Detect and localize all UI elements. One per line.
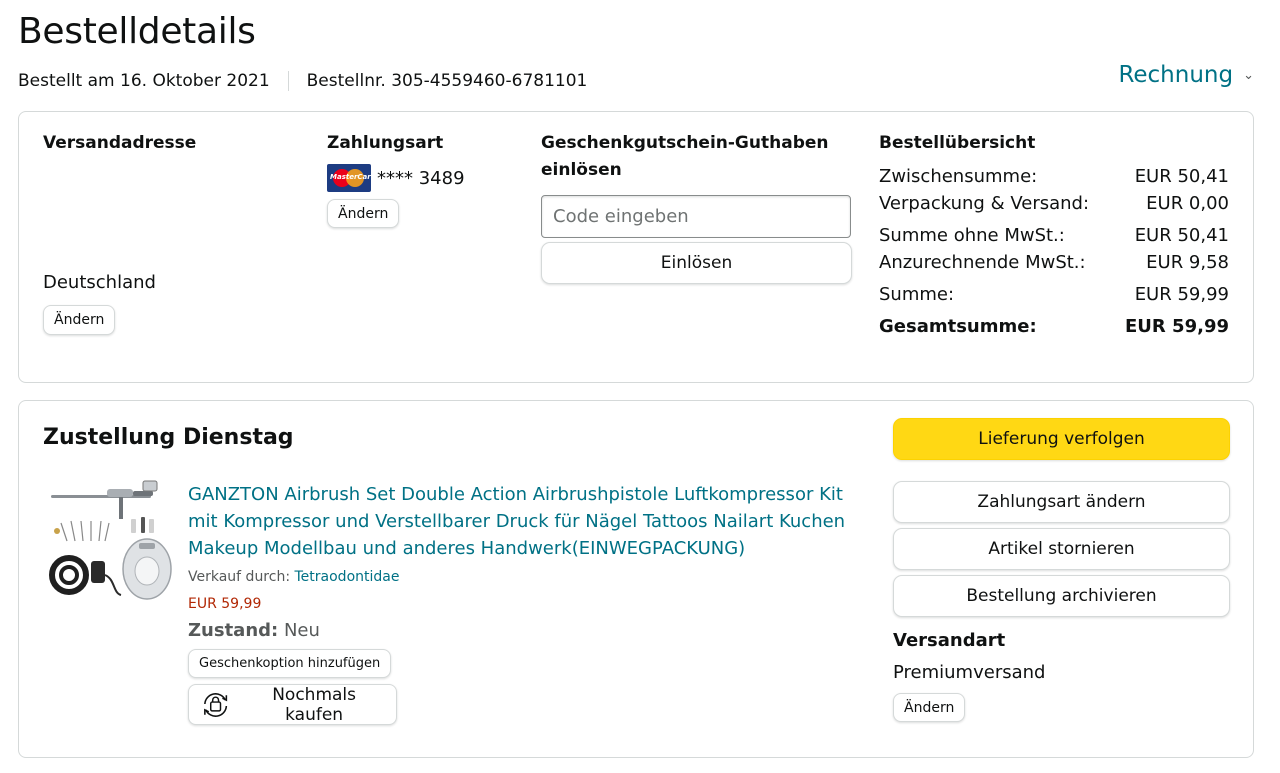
summary-row-subtotal: Zwischensumme: EUR 50,41 bbox=[879, 166, 1229, 187]
gift-code-input[interactable] bbox=[541, 195, 851, 238]
summary-row-vat: Anzurechnende MwSt.: EUR 9,58 bbox=[879, 252, 1229, 273]
condition-label: Zustand: bbox=[188, 620, 279, 641]
shipping-method-value: Premiumversand bbox=[893, 662, 1046, 683]
sold-by-label: Verkauf durch: bbox=[188, 569, 291, 585]
sold-by: Verkauf durch: Tetraodontidae bbox=[188, 567, 399, 587]
buy-again-button[interactable]: Nochmals kaufen bbox=[188, 684, 397, 725]
condition-value: Neu bbox=[283, 620, 320, 641]
payment-method: MasterCard **** 3489 bbox=[327, 164, 465, 192]
change-shipping-method-button[interactable]: Ändern bbox=[893, 693, 966, 722]
gift-card-heading: Geschenkgutschein-Guthaben einlösen bbox=[541, 133, 829, 180]
shipping-address-heading: Versandadresse bbox=[43, 133, 197, 153]
seller-link[interactable]: Tetraodontidae bbox=[295, 569, 400, 585]
order-summary-heading: Bestellübersicht bbox=[879, 133, 1036, 153]
invoice-link[interactable]: Rechnung ⌄ bbox=[1118, 62, 1254, 88]
cancel-item-button[interactable]: Artikel stornieren bbox=[893, 528, 1230, 570]
product-image[interactable] bbox=[47, 479, 173, 605]
order-summary-card: Versandadresse Deutschland Ändern Zahlun… bbox=[18, 111, 1254, 383]
shipping-country: Deutschland bbox=[43, 272, 156, 293]
buy-again-icon bbox=[204, 692, 228, 717]
page-title: Bestelldetails bbox=[18, 11, 256, 52]
invoice-label: Rechnung bbox=[1118, 62, 1234, 88]
order-date: Bestellt am 16. Oktober 2021 bbox=[18, 71, 270, 91]
archive-order-button[interactable]: Bestellung archivieren bbox=[893, 575, 1230, 617]
product-price: EUR 59,99 bbox=[188, 596, 262, 612]
track-delivery-button[interactable]: Lieferung verfolgen bbox=[893, 418, 1230, 460]
order-number: Bestellnr. 305-4559460-6781101 bbox=[306, 71, 588, 91]
payment-heading: Zahlungsart bbox=[327, 133, 444, 153]
order-meta: Bestellt am 16. Oktober 2021 Bestellnr. … bbox=[18, 68, 587, 94]
delivery-heading: Zustellung Dienstag bbox=[43, 425, 294, 450]
product-condition: Zustand: Neu bbox=[188, 618, 320, 644]
buy-again-label: Nochmals kaufen bbox=[272, 684, 356, 725]
meta-divider bbox=[287, 71, 289, 91]
chevron-down-icon: ⌄ bbox=[1243, 67, 1254, 83]
redeem-button[interactable]: Einlösen bbox=[541, 242, 852, 284]
delivery-card: Zustellung Dienstag GANZTON Airbrush Set… bbox=[18, 400, 1254, 758]
summary-row-net: Summe ohne MwSt.: EUR 50,41 bbox=[879, 225, 1229, 246]
summary-row-sum: Summe: EUR 59,99 bbox=[879, 284, 1229, 305]
summary-row-total: Gesamtsumme: EUR 59,99 bbox=[879, 316, 1229, 337]
change-payment-button[interactable]: Zahlungsart ändern bbox=[893, 481, 1230, 523]
change-address-button[interactable]: Ändern bbox=[43, 305, 116, 335]
mastercard-icon: MasterCard bbox=[327, 164, 371, 192]
change-payment-small-button[interactable]: Ändern bbox=[327, 199, 400, 228]
product-title-link[interactable]: GANZTON Airbrush Set Double Action Airbr… bbox=[188, 481, 868, 562]
shipping-method-heading: Versandart bbox=[893, 630, 1006, 651]
card-number: **** 3489 bbox=[377, 167, 465, 189]
summary-row-shipping: Verpackung & Versand: EUR 0,00 bbox=[879, 193, 1229, 214]
gift-option-button[interactable]: Geschenkoption hinzufügen bbox=[188, 649, 392, 678]
